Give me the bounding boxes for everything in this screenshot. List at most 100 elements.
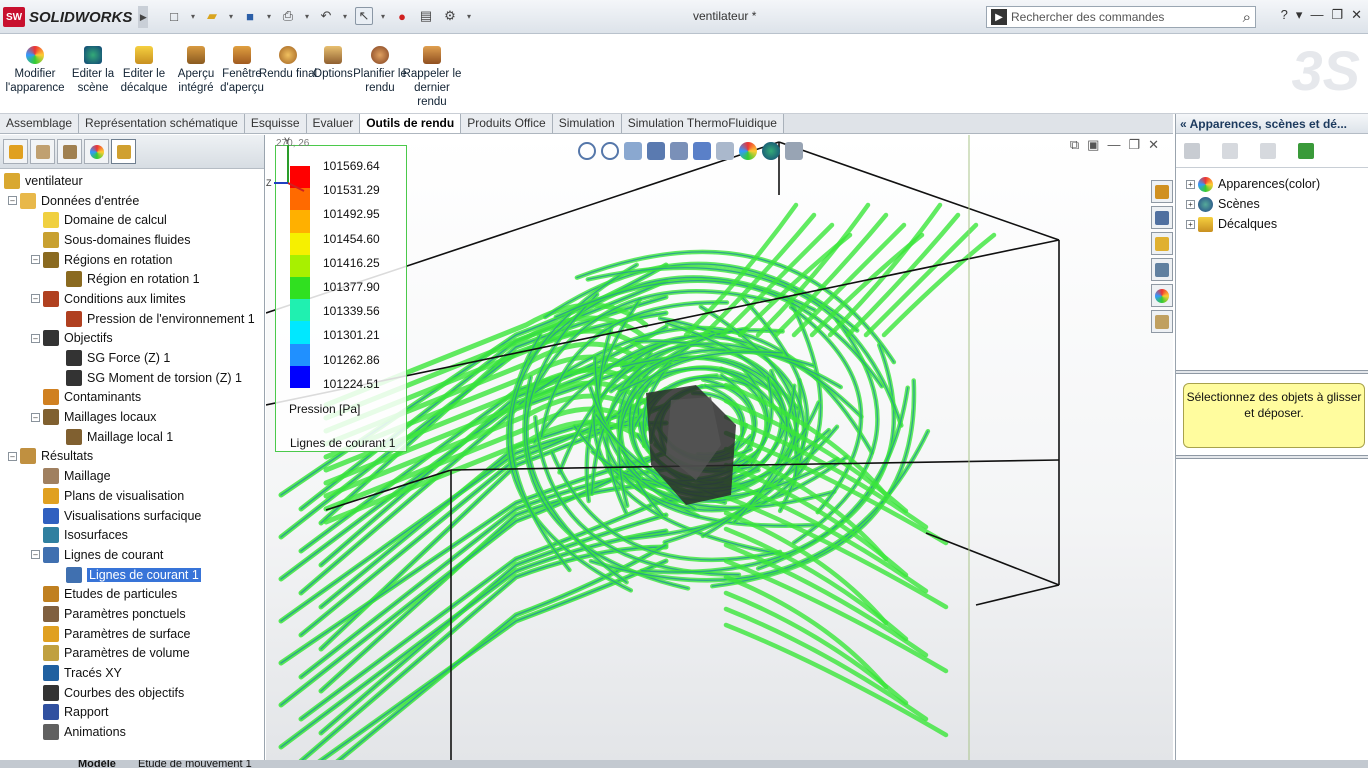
solidworks-logo[interactable]: SW SOLIDWORKS ▶ [3,6,149,28]
tree-item[interactable]: Etudes de particules [0,584,264,604]
tree-item[interactable]: – Résultats [0,447,264,467]
save-icon[interactable]: ■ [241,7,259,25]
display-style-icon[interactable] [693,142,711,160]
custom-properties-tab[interactable] [1151,310,1173,333]
search-icon[interactable]: ⌕ [1243,9,1251,26]
tree-item-scenes[interactable]: + Scènes [1176,194,1368,214]
tree-item[interactable]: Paramètres de volume [0,644,264,664]
new-document-icon[interactable]: □ [165,7,183,25]
tree-item[interactable]: Lignes de courant 1 [0,565,264,585]
tree-item[interactable]: Domaine de calcul [0,210,264,230]
collapse-pane-icon[interactable]: « [1180,117,1187,131]
tree-item[interactable]: Maillage [0,466,264,486]
edit-decal-button[interactable]: Editer le décalque [114,46,174,95]
viewport-close-icon[interactable]: ✕ [1148,137,1159,153]
save-dropdown-icon[interactable]: ▾ [265,7,273,25]
refresh-icon[interactable] [1298,142,1314,159]
tab-esquisse[interactable]: Esquisse [244,114,307,133]
new-dropdown-icon[interactable]: ▾ [189,7,197,25]
collapse-icon[interactable]: – [31,294,40,304]
hide-show-icon[interactable] [716,142,734,160]
tree-item[interactable]: SG Moment de torsion (Z) 1 [0,368,264,388]
help-dropdown-icon[interactable]: ▾ [1296,7,1303,23]
tab-evaluer[interactable]: Evaluer [306,114,361,133]
appearances-tab[interactable] [1151,284,1173,307]
collapse-icon[interactable]: – [31,333,40,343]
tree-item[interactable]: Contaminants [0,388,264,408]
tree-item[interactable]: Paramètres ponctuels [0,604,264,624]
viewport-split-icon[interactable]: ⧉ [1070,137,1079,153]
menu-expand-icon[interactable]: ▶ [138,6,149,28]
tab-simulation-thermofluidique[interactable]: Simulation ThermoFluidique [621,114,784,133]
select-cursor-icon[interactable]: ↖ [355,7,373,25]
tab-modele[interactable]: Modèle [78,760,116,768]
edit-appearance-icon[interactable] [739,142,757,160]
tree-item[interactable]: – Objectifs [0,329,264,349]
tree-item-appearances[interactable]: + Apparences(color) [1176,174,1368,194]
tree-item[interactable]: SG Force (Z) 1 [0,348,264,368]
graphics-viewport[interactable]: 270, 26 101569.64 101531.29 101492.95 10145… [266,135,1173,760]
tree-item-decals[interactable]: + Décalques [1176,214,1368,234]
close-icon[interactable]: ✕ [1351,7,1362,23]
previous-view-icon[interactable] [624,142,642,160]
recall-last-render-button[interactable]: Rappeler le dernier rendu [402,46,462,109]
propertymanager-tab[interactable] [30,139,55,164]
print-dropdown-icon[interactable]: ▾ [303,7,311,25]
undo-icon[interactable]: ↶ [317,7,335,25]
tree-item[interactable]: – Données d'entrée [0,191,264,211]
search-input[interactable]: Rechercher des commandes [1011,10,1243,24]
tree-item[interactable]: Isosurfaces [0,525,264,545]
restore-icon[interactable]: ❐ [1331,7,1343,23]
tree-item[interactable]: – Maillages locaux [0,407,264,427]
tree-item[interactable]: Rapport [0,703,264,723]
tree-item[interactable]: Sous-domaines fluides [0,230,264,250]
undo-dropdown-icon[interactable]: ▾ [341,7,349,25]
view-settings-icon[interactable] [785,142,803,160]
expand-icon[interactable]: + [1186,179,1195,189]
collapse-icon[interactable]: – [8,196,17,206]
options-dropdown-icon[interactable]: ▾ [465,7,473,25]
tree-item[interactable]: – Régions en rotation [0,250,264,270]
featuremanager-tab[interactable] [3,139,28,164]
zoom-to-area-icon[interactable] [601,142,619,160]
design-library-tab[interactable] [1151,206,1173,229]
open-folder-icon[interactable]: ▰ [203,7,221,25]
tab-produits-office[interactable]: Produits Office [461,114,553,133]
tree-root-ventilateur[interactable]: ventilateur [0,171,264,191]
apply-scene-icon[interactable] [762,142,780,160]
view-orientation-icon[interactable] [670,142,688,160]
rebuild-icon[interactable]: ● [393,7,411,25]
tree-item[interactable]: Plans de visualisation [0,486,264,506]
displaymanager-tab[interactable] [84,139,109,164]
tab-outils-de-rendu[interactable]: Outils de rendu [360,114,462,133]
back-icon[interactable] [1184,142,1200,159]
zoom-to-fit-icon[interactable] [578,142,596,160]
tree-item[interactable]: Animations [0,722,264,742]
command-search[interactable]: ▶ Rechercher des commandes ⌕ [986,6,1256,28]
tab-etude-de-mouvement[interactable]: Etude de mouvement 1 [138,760,252,768]
viewport-minimize-icon[interactable]: — [1107,137,1120,153]
tree-item[interactable]: Région en rotation 1 [0,269,264,289]
help-icon[interactable]: ? [1281,7,1288,23]
collapse-icon[interactable]: – [31,550,40,560]
file-properties-icon[interactable]: ▤ [417,7,435,25]
schedule-render-button[interactable]: Planifier le rendu [350,46,410,95]
minimize-icon[interactable]: — [1310,7,1323,23]
tree-item[interactable]: Paramètres de surface [0,624,264,644]
tree-item[interactable]: Courbes des objectifs [0,683,264,703]
pane-splitter[interactable] [1176,370,1368,374]
pane-splitter-lower[interactable] [1176,455,1368,459]
tree-item[interactable]: Tracés XY [0,663,264,683]
tab-representation-schematique[interactable]: Représentation schématique [79,114,245,133]
tree-item[interactable]: Pression de l'environnement 1 [0,309,264,329]
tree-item[interactable]: Maillage local 1 [0,427,264,447]
open-dropdown-icon[interactable]: ▾ [227,7,235,25]
collapse-icon[interactable]: – [8,451,17,461]
select-dropdown-icon[interactable]: ▾ [379,7,387,25]
collapse-icon[interactable]: – [31,412,40,422]
print-icon[interactable]: ⎙ [279,7,297,25]
viewport-tile-icon[interactable]: ▣ [1087,137,1099,153]
file-explorer-tab[interactable] [1151,232,1173,255]
flow-simulation-tab[interactable] [111,139,136,164]
expand-icon[interactable]: + [1186,199,1195,209]
